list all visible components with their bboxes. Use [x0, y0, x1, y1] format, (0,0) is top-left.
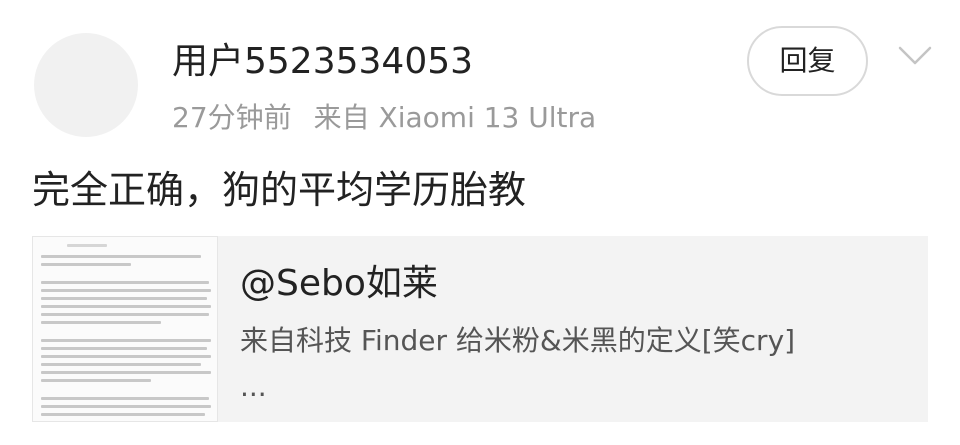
quoted-post-ellipsis: ...	[240, 370, 267, 403]
quoted-post-thumbnail	[32, 236, 218, 422]
reply-button[interactable]: 回复	[747, 26, 868, 96]
quoted-post-text: 来自科技 Finder 给米粉&米黑的定义[笑cry]	[240, 324, 796, 357]
quoted-post-author[interactable]: @Sebo如莱	[240, 262, 438, 306]
post-time: 27分钟前	[172, 101, 292, 134]
quoted-post-card[interactable]: @Sebo如莱 来自科技 Finder 给米粉&米黑的定义[笑cry] ...	[32, 236, 928, 422]
avatar[interactable]	[34, 33, 138, 137]
comment-item: 用户5523534053 27分钟前 来自 Xiaomi 13 Ultra 回复 …	[0, 0, 960, 445]
comment-text: 完全正确，狗的平均学历胎教	[32, 168, 527, 212]
chevron-down-icon[interactable]	[898, 45, 932, 67]
post-source: 来自 Xiaomi 13 Ultra	[313, 101, 597, 134]
comment-meta: 27分钟前 来自 Xiaomi 13 Ultra	[172, 100, 596, 136]
username[interactable]: 用户5523534053	[172, 40, 473, 84]
